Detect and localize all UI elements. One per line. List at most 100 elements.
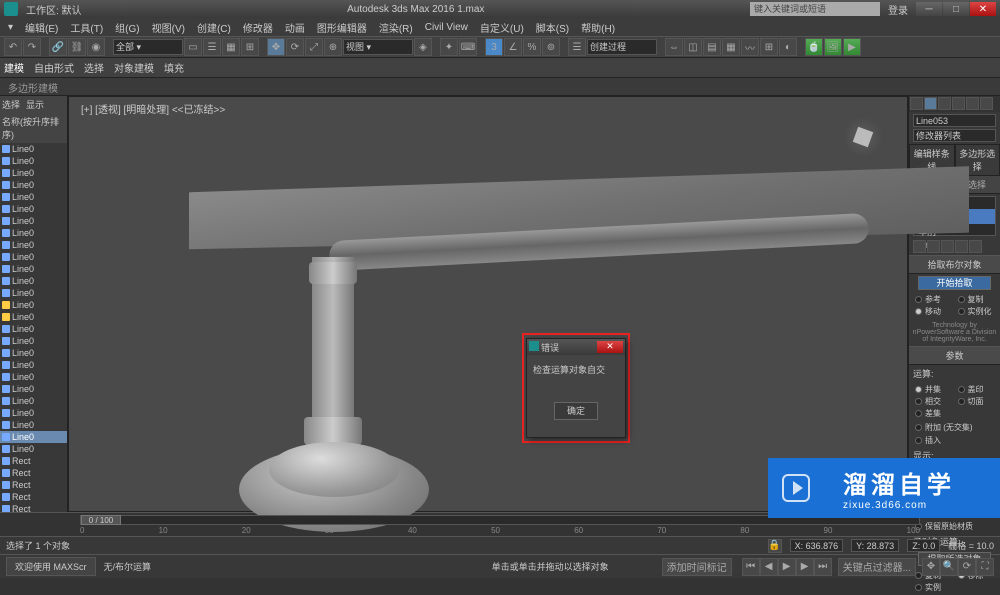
- object-name-field[interactable]: Line053: [913, 114, 996, 127]
- list-item[interactable]: Line0: [12, 384, 34, 394]
- place-button[interactable]: ⊕: [324, 38, 342, 56]
- list-item[interactable]: Line0: [12, 348, 34, 358]
- keyboard-button[interactable]: ⌨: [459, 38, 477, 56]
- configure-button[interactable]: [969, 240, 982, 253]
- menu-create[interactable]: 创建(C): [193, 20, 235, 35]
- maxscript-listener-tab[interactable]: 欢迎使用 MAXScr: [6, 557, 96, 576]
- op-cookie[interactable]: 切面: [958, 396, 995, 407]
- rotate-button[interactable]: ⟳: [286, 38, 304, 56]
- scene-explorer-tab-select[interactable]: 选择: [2, 98, 20, 111]
- opt-instance[interactable]: 实例化: [958, 306, 995, 317]
- viewport[interactable]: [+] [透视] [明暗处理] <<已冻结>> 错误 ✕ 检查运算对象自交 确定: [68, 96, 908, 512]
- opt-copy[interactable]: 复制: [958, 294, 995, 305]
- motion-tab[interactable]: [952, 97, 965, 110]
- pin-stack-button[interactable]: [913, 240, 926, 253]
- toggle-ribbon-button[interactable]: ▦: [722, 38, 740, 56]
- scene-explorer-list[interactable]: Line0 Line0 Line0 Line0 Line0 Line0 Line…: [0, 143, 67, 512]
- list-item[interactable]: Line0: [12, 324, 34, 334]
- menu-group[interactable]: 组(G): [111, 20, 143, 35]
- viewport-label[interactable]: [+] [透视] [明暗处理] <<已冻结>>: [81, 101, 225, 116]
- viewcube[interactable]: [843, 117, 883, 157]
- render-button[interactable]: ▶: [843, 38, 861, 56]
- list-item[interactable]: Line0: [12, 288, 34, 298]
- snap-button[interactable]: 3: [485, 38, 503, 56]
- start-pick-button[interactable]: 开始拾取: [918, 276, 991, 290]
- menu-bar[interactable]: ▾ 编辑(E) 工具(T) 组(G) 视图(V) 创建(C) 修改器 动画 图形…: [0, 18, 1000, 36]
- list-item[interactable]: Line0: [12, 192, 34, 202]
- nav-max-button[interactable]: ⛶: [976, 558, 994, 576]
- nav-pan-button[interactable]: ✥: [922, 558, 940, 576]
- menu-animation[interactable]: 动画: [281, 20, 309, 35]
- workspace-label[interactable]: 工作区: 默认: [26, 2, 82, 17]
- help-search-input[interactable]: 键入关键词或短语: [750, 2, 880, 16]
- list-item[interactable]: Rect: [12, 504, 31, 512]
- op-union[interactable]: 并集: [915, 384, 952, 395]
- material-editor-button[interactable]: ◐: [779, 38, 797, 56]
- angle-snap-button[interactable]: ∠: [504, 38, 522, 56]
- nav-orbit-button[interactable]: ⟳: [958, 558, 976, 576]
- list-item[interactable]: Line0: [12, 156, 34, 166]
- list-item[interactable]: Line0: [12, 216, 34, 226]
- list-item[interactable]: Line0: [12, 312, 34, 322]
- utilities-tab[interactable]: [980, 97, 993, 110]
- curve-editor-button[interactable]: 〰: [741, 38, 759, 56]
- list-item[interactable]: Line0: [12, 360, 34, 370]
- list-item[interactable]: Line0: [12, 252, 34, 262]
- window-crossing-button[interactable]: ⊞: [241, 38, 259, 56]
- menu-custom[interactable]: 自定义(U): [476, 20, 528, 35]
- remove-modifier-button[interactable]: [955, 240, 968, 253]
- app-menu-icon[interactable]: ▾: [4, 22, 17, 33]
- close-button[interactable]: ✕: [970, 2, 996, 16]
- time-slider-thumb[interactable]: 0 / 100: [81, 515, 121, 525]
- rollout-params[interactable]: 参数: [909, 346, 1000, 365]
- hierarchy-tab[interactable]: [938, 97, 951, 110]
- menu-help[interactable]: 帮助(H): [577, 20, 619, 35]
- nav-zoom-button[interactable]: 🔍: [940, 558, 958, 576]
- list-item[interactable]: Rect: [12, 468, 31, 478]
- mirror-button[interactable]: ⇔: [665, 38, 683, 56]
- play-start-button[interactable]: ⏮: [742, 558, 760, 576]
- op-imprint[interactable]: 盖印: [958, 384, 995, 395]
- play-end-button[interactable]: ⏭: [814, 558, 832, 576]
- list-item[interactable]: Line0: [12, 396, 34, 406]
- minimize-button[interactable]: ─: [916, 2, 942, 16]
- select-button[interactable]: ▭: [184, 38, 202, 56]
- dialog-ok-button[interactable]: 确定: [554, 402, 598, 420]
- add-time-marker-button[interactable]: 添加时间标记: [662, 558, 732, 576]
- redo-button[interactable]: ↷: [23, 38, 41, 56]
- menu-graph[interactable]: 图形编辑器: [313, 20, 371, 35]
- ribbon-tab-object[interactable]: 对象建模: [114, 60, 154, 75]
- list-item[interactable]: Line0: [12, 336, 34, 346]
- bind-button[interactable]: ◉: [87, 38, 105, 56]
- list-item[interactable]: Line0: [12, 180, 34, 190]
- list-item[interactable]: Rect: [12, 492, 31, 502]
- select-region-button[interactable]: ▦: [222, 38, 240, 56]
- menu-render[interactable]: 渲染(R): [375, 20, 417, 35]
- named-sel-button[interactable]: ☰: [568, 38, 586, 56]
- select-name-button[interactable]: ☰: [203, 38, 221, 56]
- op-attach[interactable]: 附加 (无交集): [909, 421, 1000, 434]
- key-filters-button[interactable]: 关键点过滤器...: [838, 558, 916, 576]
- percent-snap-button[interactable]: %: [523, 38, 541, 56]
- opt-move[interactable]: 移动: [915, 306, 952, 317]
- list-item[interactable]: Line0: [12, 168, 34, 178]
- list-item[interactable]: Line0: [12, 240, 34, 250]
- move-button[interactable]: ✥: [267, 38, 285, 56]
- pivot-button[interactable]: ◈: [414, 38, 432, 56]
- scene-explorer-tab-display[interactable]: 显示: [26, 98, 44, 111]
- spinner-snap-button[interactable]: ⊚: [542, 38, 560, 56]
- link-button[interactable]: 🔗: [49, 38, 67, 56]
- align-button[interactable]: ◫: [684, 38, 702, 56]
- layer-button[interactable]: ▤: [703, 38, 721, 56]
- list-item[interactable]: Line0: [12, 372, 34, 382]
- named-sel-dropdown[interactable]: 创建过程: [587, 39, 657, 55]
- menu-view[interactable]: 视图(V): [148, 20, 189, 35]
- make-unique-button[interactable]: [941, 240, 954, 253]
- manipulate-button[interactable]: ✦: [440, 38, 458, 56]
- ribbon-tab-modeling[interactable]: 建模: [4, 60, 24, 75]
- ribbon-tab-freeform[interactable]: 自由形式: [34, 60, 74, 75]
- show-end-result-button[interactable]: [927, 240, 940, 253]
- schematic-button[interactable]: ⊞: [760, 38, 778, 56]
- render-setup-button[interactable]: 🍵: [805, 38, 823, 56]
- list-item[interactable]: Line0: [12, 144, 34, 154]
